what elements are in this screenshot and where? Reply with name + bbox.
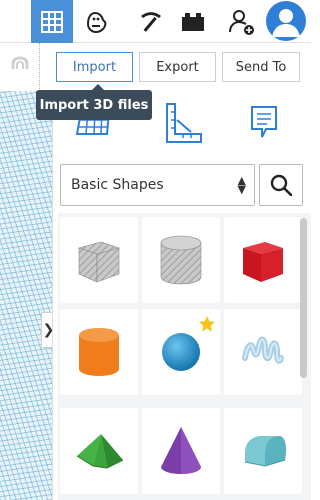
shape-tile-roof[interactable] xyxy=(60,408,138,494)
bricks-button[interactable] xyxy=(172,0,214,43)
import-tooltip: Import 3D files xyxy=(36,84,152,120)
shape-tile-cone[interactable] xyxy=(142,408,220,494)
scribble-icon xyxy=(242,336,284,364)
magnet-icon xyxy=(11,56,28,69)
snap-magnet-button[interactable] xyxy=(0,43,40,91)
import-button[interactable]: Import xyxy=(56,52,133,82)
ruler-icon xyxy=(166,103,202,143)
user-avatar[interactable] xyxy=(266,1,306,41)
notes-icon xyxy=(251,106,277,138)
search-icon xyxy=(270,174,292,196)
ruler-tool-button[interactable] xyxy=(161,102,203,150)
workplane-view[interactable] xyxy=(0,91,52,500)
shape-search-button[interactable] xyxy=(259,164,303,206)
avatar-icon xyxy=(272,9,300,37)
shape-category-select[interactable]: Basic Shapes ▲ ▼ xyxy=(60,164,255,206)
shape-tile-cylinder[interactable] xyxy=(60,309,138,395)
tinker-hand-button[interactable] xyxy=(75,0,117,43)
cylinder-hole-icon xyxy=(160,235,202,285)
cone-icon xyxy=(161,427,201,474)
add-user-button[interactable] xyxy=(221,0,263,43)
brick-icon xyxy=(182,12,204,31)
add-user-icon xyxy=(229,9,254,35)
box-hole-icon xyxy=(77,241,121,283)
shape-tile-sphere[interactable] xyxy=(142,309,220,395)
notes-tool-button[interactable] xyxy=(249,104,279,146)
top-toolbar xyxy=(0,0,311,43)
send-to-button[interactable]: Send To xyxy=(222,52,300,82)
grid-view-icon xyxy=(41,10,63,33)
shape-tile-box[interactable] xyxy=(224,217,302,303)
shape-tile-cylinder-hole[interactable] xyxy=(142,217,220,303)
export-button[interactable]: Export xyxy=(139,52,216,82)
sphere-icon xyxy=(162,333,200,371)
roof-icon xyxy=(76,434,124,469)
shape-category-value: Basic Shapes xyxy=(71,177,164,193)
build-button[interactable] xyxy=(130,0,172,43)
shape-tile-round-roof[interactable] xyxy=(224,408,302,494)
grid-view-button[interactable] xyxy=(31,0,73,43)
cylinder-icon xyxy=(79,328,119,376)
star-icon xyxy=(198,315,216,332)
round-roof-icon xyxy=(244,436,287,467)
select-arrows-icon: ▲ ▼ xyxy=(237,174,246,196)
hand-icon xyxy=(86,11,107,33)
shape-tile-scribble[interactable] xyxy=(224,309,302,395)
shape-tile-box-hole[interactable] xyxy=(60,217,138,303)
pickaxe-icon xyxy=(141,11,161,32)
shape-grid-scrollbar[interactable] xyxy=(300,218,307,378)
box-icon xyxy=(243,242,283,282)
